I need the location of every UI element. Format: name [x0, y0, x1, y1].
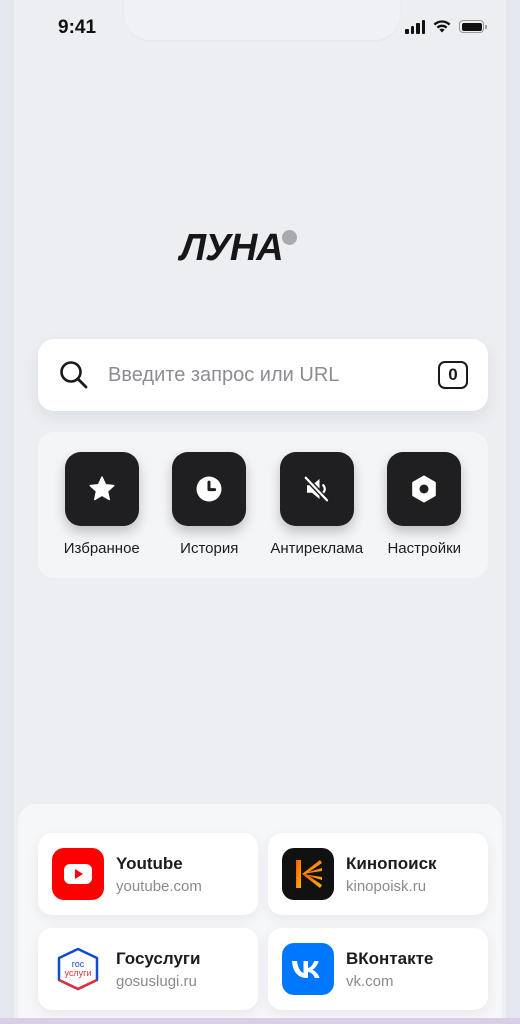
clock-icon	[196, 476, 222, 502]
bookmarks-sheet: Youtube youtube.com Кинопоиск kinopoisk.…	[18, 804, 502, 1024]
site-name: Кинопоиск	[346, 853, 437, 873]
adblock-tile[interactable]	[279, 452, 354, 526]
site-url: vk.com	[346, 972, 394, 990]
bottom-edge	[0, 1018, 520, 1024]
youtube-logo-icon	[52, 848, 104, 900]
site-name: ВКонтакте	[346, 948, 434, 968]
quick-action-label: Избранное	[63, 540, 140, 557]
status-time: 9:41	[58, 17, 97, 38]
battery-icon	[459, 20, 487, 33]
gosuslugi-logo-bottom: услуги	[65, 968, 92, 978]
site-card-kinopoisk[interactable]: Кинопоиск kinopoisk.ru	[268, 833, 488, 915]
kinopoisk-rays-icon	[296, 860, 322, 888]
quick-action-adblock[interactable]: Антиреклама	[263, 452, 371, 578]
site-text: ВКонтакте vk.com	[346, 949, 433, 990]
favorites-tile[interactable]	[64, 452, 139, 526]
cellular-signal-icon	[405, 19, 425, 34]
kinopoisk-logo-icon	[282, 848, 334, 900]
vk-letters-icon	[292, 961, 320, 978]
wifi-icon	[433, 20, 451, 33]
quick-action-label: Антиреклама	[270, 540, 364, 557]
site-name: Госуслуги	[116, 948, 201, 968]
quick-action-history[interactable]: История	[156, 452, 264, 578]
app-logo: ЛУНА	[180, 226, 297, 270]
logo-dot	[281, 230, 297, 245]
search-icon	[60, 361, 88, 389]
site-text: Кинопоиск kinopoisk.ru	[346, 854, 437, 895]
star-icon	[89, 476, 115, 501]
site-text: Госуслуги gosuslugi.ru	[116, 949, 200, 990]
search-input[interactable]	[108, 363, 438, 387]
site-card-youtube[interactable]: Youtube youtube.com	[38, 833, 258, 915]
vk-logo-icon	[282, 943, 334, 995]
site-name: Youtube	[116, 853, 183, 873]
site-url: gosuslugi.ru	[116, 972, 197, 990]
settings-tile[interactable]	[387, 452, 462, 526]
site-card-gosuslugi[interactable]: гос услуги Госуслуги gosuslugi.ru	[38, 928, 258, 1010]
site-url: kinopoisk.ru	[346, 877, 427, 895]
tabs-counter-button[interactable]: 0	[438, 361, 468, 389]
device-notch	[124, 0, 400, 40]
youtube-play-icon	[64, 864, 92, 884]
status-bar: 9:41	[14, 0, 506, 56]
site-url: youtube.com	[116, 877, 202, 895]
history-tile[interactable]	[172, 452, 247, 526]
search-bar[interactable]: 0	[38, 339, 488, 411]
quick-action-label: Настройки	[387, 540, 462, 557]
site-card-vkontakte[interactable]: ВКонтакте vk.com	[268, 928, 488, 1010]
quick-action-settings[interactable]: Настройки	[371, 452, 479, 578]
logo-text: ЛУНА	[180, 227, 284, 269]
site-text: Youtube youtube.com	[116, 854, 202, 895]
quick-action-favorites[interactable]: Избранное	[48, 452, 156, 578]
quick-action-label: История	[180, 540, 239, 557]
gosuslugi-emblem-icon: гос услуги	[57, 947, 99, 991]
hexagon-nut-icon	[412, 475, 437, 503]
muted-speaker-icon	[303, 475, 330, 503]
gosuslugi-logo-icon: гос услуги	[52, 943, 104, 995]
status-icons	[405, 19, 487, 34]
quick-actions-panel: Избранное История Антиреклама Настройки	[38, 432, 488, 578]
browser-start-screen: 9:41 ЛУНА 0	[14, 0, 506, 1024]
